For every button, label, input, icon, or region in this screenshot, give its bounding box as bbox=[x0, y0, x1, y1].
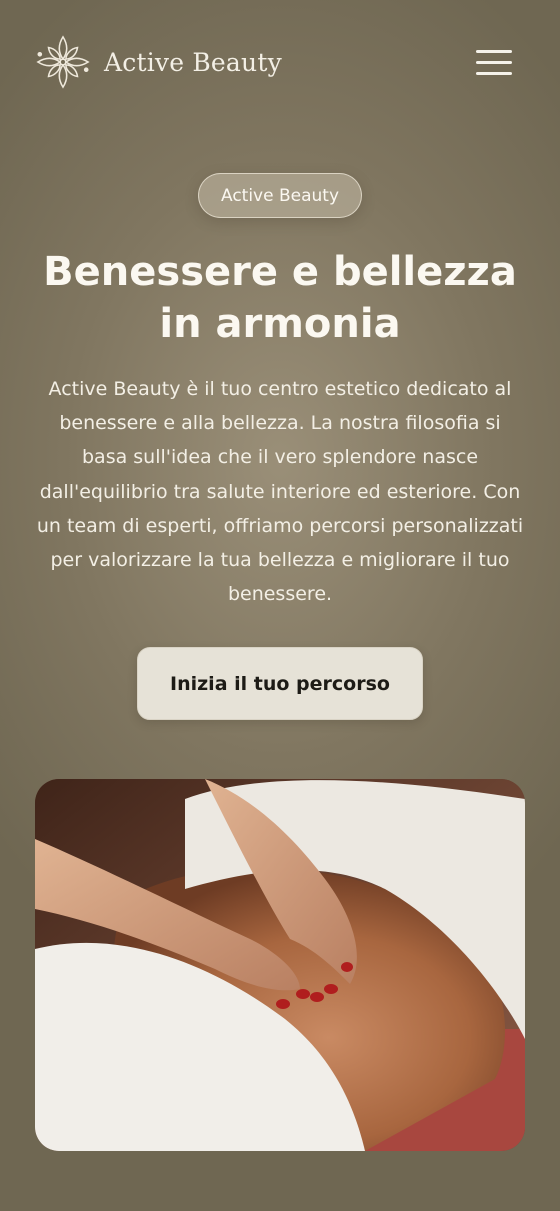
hero-badge: Active Beauty bbox=[198, 173, 362, 218]
floral-ornament-icon bbox=[36, 35, 90, 89]
brand-name: Active Beauty bbox=[104, 47, 282, 77]
hamburger-menu-icon-line bbox=[476, 72, 512, 75]
hero-description: Active Beauty è il tuo centro estetico d… bbox=[36, 378, 524, 606]
hero-title: Benessere e bellezza in armonia bbox=[43, 249, 517, 347]
massage-photo bbox=[35, 779, 525, 1151]
hamburger-menu-button[interactable] bbox=[476, 50, 512, 78]
start-journey-button[interactable]: Inizia il tuo percorso bbox=[137, 647, 423, 720]
site-header: Active Beauty bbox=[0, 0, 560, 130]
hero-image bbox=[35, 779, 525, 1151]
hamburger-menu-icon bbox=[476, 50, 512, 53]
hamburger-menu-icon-line bbox=[476, 61, 512, 64]
logo[interactable]: Active Beauty bbox=[34, 33, 282, 91]
